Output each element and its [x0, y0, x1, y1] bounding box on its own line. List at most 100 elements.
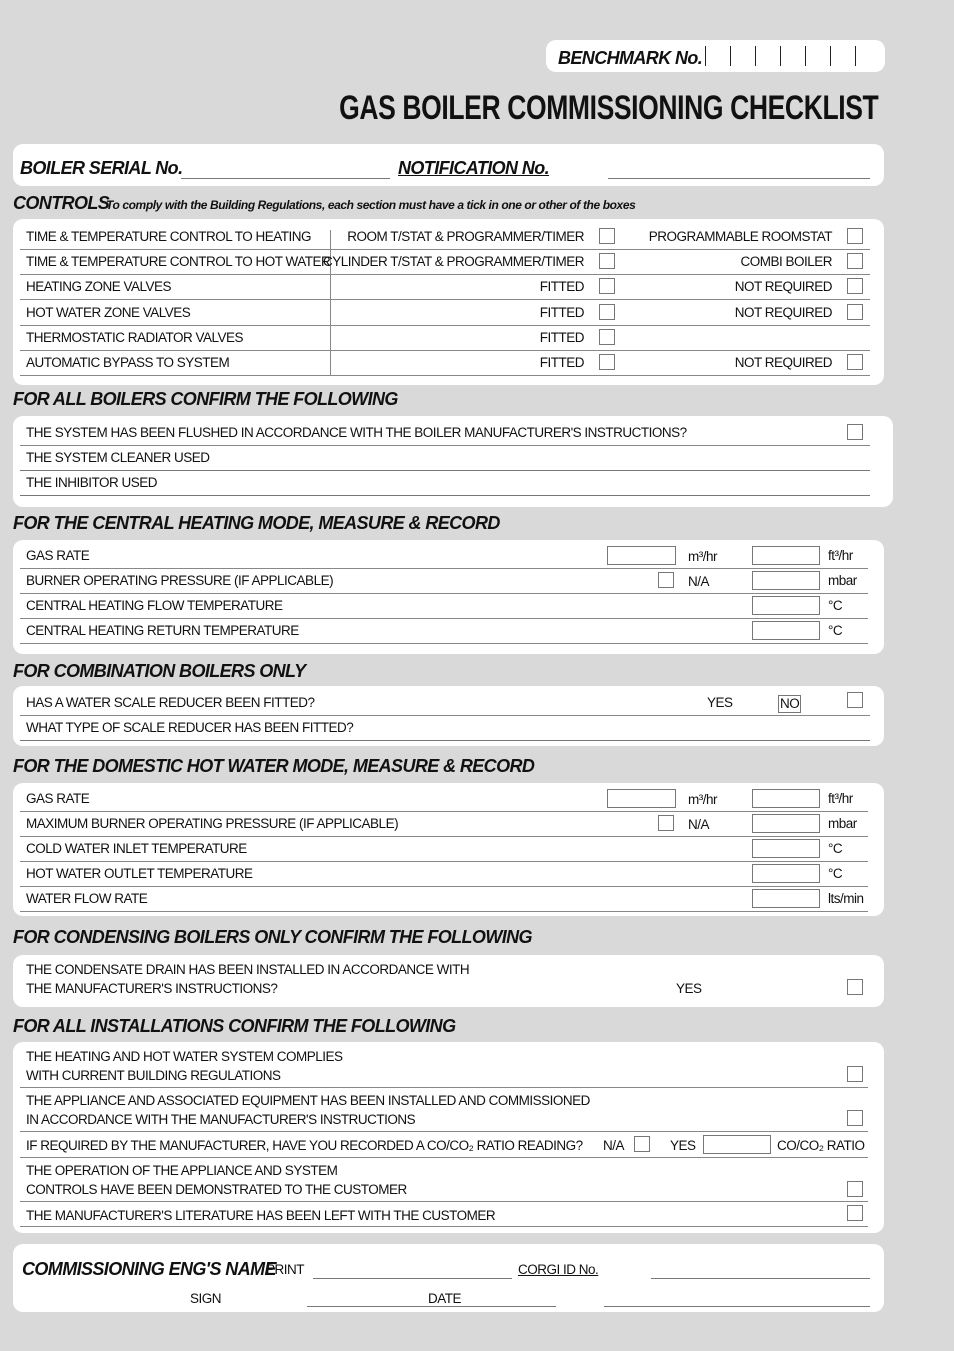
benchmark-label: BENCHMARK No. [558, 48, 703, 68]
control-option-2-checkbox[interactable] [847, 253, 863, 270]
co-question: IF REQUIRED BY THE MANUFACTURER, HAVE YO… [26, 1138, 583, 1153]
value-input[interactable] [752, 864, 820, 883]
na-label: N/A [603, 1138, 625, 1153]
boiler-serial-label: BOILER SERIAL No. [20, 158, 183, 178]
control-label: HOT WATER ZONE VALVES [26, 304, 191, 320]
control-option-1-checkbox[interactable] [599, 228, 615, 244]
column-divider [330, 230, 331, 376]
demo-checkbox[interactable] [847, 1181, 863, 1197]
measure-label: WATER FLOW RATE [26, 891, 148, 906]
flushed-checkbox[interactable] [847, 424, 863, 440]
co-ratio-input[interactable] [703, 1135, 771, 1154]
appliance-line1: THE APPLIANCE AND ASSOCIATED EQUIPMENT H… [26, 1093, 590, 1108]
divider [20, 911, 868, 912]
control-option-1-checkbox[interactable] [599, 253, 615, 270]
benchmark-digit-slot[interactable] [730, 46, 731, 66]
yes-label: YES [707, 695, 733, 710]
notification-field[interactable] [608, 178, 870, 179]
literature-checkbox[interactable] [847, 1205, 863, 1221]
control-option-1-checkbox[interactable] [599, 328, 615, 345]
unit-label: °C [828, 623, 843, 638]
unit-label: ft³/hr [828, 548, 853, 563]
value-input[interactable] [752, 596, 820, 615]
control-option-2-checkbox[interactable] [847, 354, 863, 370]
value-input[interactable] [752, 839, 820, 858]
measure-label: BURNER OPERATING PRESSURE (IF APPLICABLE… [26, 573, 334, 588]
control-option-2-checkbox[interactable] [847, 278, 863, 295]
boiler-serial-field[interactable] [181, 178, 390, 179]
control-option-2-checkbox[interactable] [847, 303, 863, 320]
print-name-field[interactable] [313, 1278, 512, 1279]
scale-type-label: WHAT TYPE OF SCALE REDUCER HAS BEEN FITT… [26, 720, 354, 735]
corgi-id-field[interactable] [651, 1278, 870, 1279]
value-input-m3[interactable] [607, 789, 676, 808]
regs-line1: THE HEATING AND HOT WATER SYSTEM COMPLIE… [26, 1049, 343, 1064]
condensate-checkbox[interactable] [847, 979, 863, 995]
na-label: N/A [688, 817, 710, 832]
control-label: TIME & TEMPERATURE CONTROL TO HEATING [26, 229, 312, 244]
combination-heading: FOR COMBINATION BOILERS ONLY [13, 661, 306, 681]
control-option-1: FITTED [539, 329, 585, 345]
co-na-checkbox[interactable] [634, 1136, 650, 1152]
divider [20, 274, 870, 276]
control-option-2: NOT REQUIRED [734, 355, 833, 370]
benchmark-digit-slot[interactable] [755, 46, 756, 66]
dhw-heading: FOR THE DOMESTIC HOT WATER MODE, MEASURE… [13, 756, 535, 776]
flushed-label: THE SYSTEM HAS BEEN FLUSHED IN ACCORDANC… [26, 425, 687, 440]
benchmark-digit-slot[interactable] [855, 46, 856, 66]
value-input[interactable] [752, 889, 820, 908]
control-option-2: NOT REQUIRED [734, 279, 833, 295]
sign-label: SIGN [190, 1291, 222, 1306]
control-option-1: FITTED [539, 304, 585, 320]
appliance-line2: IN ACCORDANCE WITH THE MANUFACTURER'S IN… [26, 1112, 416, 1127]
scale-type-field[interactable] [20, 740, 870, 741]
control-option-1-checkbox[interactable] [599, 303, 615, 320]
controls-heading: CONTROLS [13, 193, 110, 213]
divider [20, 349, 870, 351]
benchmark-digit-slot[interactable] [780, 46, 781, 66]
co-ratio-label: CO/CO₂ RATIO [777, 1138, 865, 1153]
value-input[interactable] [752, 814, 820, 833]
condensing-heading: FOR CONDENSING BOILERS ONLY CONFIRM THE … [13, 927, 533, 947]
divider [20, 593, 868, 594]
demo-line2: CONTROLS HAVE BEEN DEMONSTRATED TO THE C… [26, 1182, 407, 1197]
divider [20, 568, 868, 569]
demo-line1: THE OPERATION OF THE APPLIANCE AND SYSTE… [26, 1163, 338, 1178]
control-option-2: COMBI BOILER [740, 254, 832, 270]
benchmark-digit-slot[interactable] [830, 46, 831, 66]
corgi-label: CORGI ID No. [518, 1262, 599, 1277]
value-input[interactable] [752, 621, 820, 640]
regs-checkbox[interactable] [847, 1066, 863, 1082]
literature-label: THE MANUFACTURER'S LITERATURE HAS BEEN L… [26, 1208, 496, 1223]
regs-line2: WITH CURRENT BUILDING REGULATIONS [26, 1068, 281, 1083]
na-checkbox[interactable] [658, 572, 674, 588]
control-option-2: NOT REQUIRED [734, 304, 833, 320]
yes-label: YES [676, 981, 702, 996]
benchmark-digit-slot[interactable] [805, 46, 806, 66]
control-label: THERMOSTATIC RADIATOR VALVES [26, 329, 244, 345]
value-input[interactable] [752, 571, 820, 590]
value-input[interactable] [752, 546, 820, 565]
print-label: PRINT [266, 1262, 305, 1277]
measure-label: COLD WATER INLET TEMPERATURE [26, 841, 247, 856]
cleaner-field[interactable] [20, 470, 870, 471]
divider [20, 836, 868, 837]
control-option-1-checkbox[interactable] [599, 278, 615, 295]
unit-label: m³/hr [688, 792, 718, 807]
appliance-checkbox[interactable] [847, 1110, 863, 1126]
value-input[interactable] [752, 789, 820, 808]
divider [20, 886, 868, 887]
benchmark-digit-slot[interactable] [705, 46, 706, 66]
na-checkbox[interactable] [658, 815, 674, 831]
scale-reducer-checkbox[interactable] [847, 692, 863, 708]
inhibitor-field[interactable] [20, 495, 870, 496]
date-field[interactable] [604, 1306, 870, 1307]
control-option-2-checkbox[interactable] [847, 228, 863, 244]
divider [20, 375, 870, 376]
value-input-m3[interactable] [607, 546, 676, 565]
measure-label: GAS RATE [26, 791, 90, 806]
control-option-1-checkbox[interactable] [599, 354, 615, 370]
measure-label: MAXIMUM BURNER OPERATING PRESSURE (IF AP… [26, 816, 399, 831]
divider [20, 715, 870, 716]
control-option-1: ROOM T/STAT & PROGRAMMER/TIMER [347, 229, 584, 244]
